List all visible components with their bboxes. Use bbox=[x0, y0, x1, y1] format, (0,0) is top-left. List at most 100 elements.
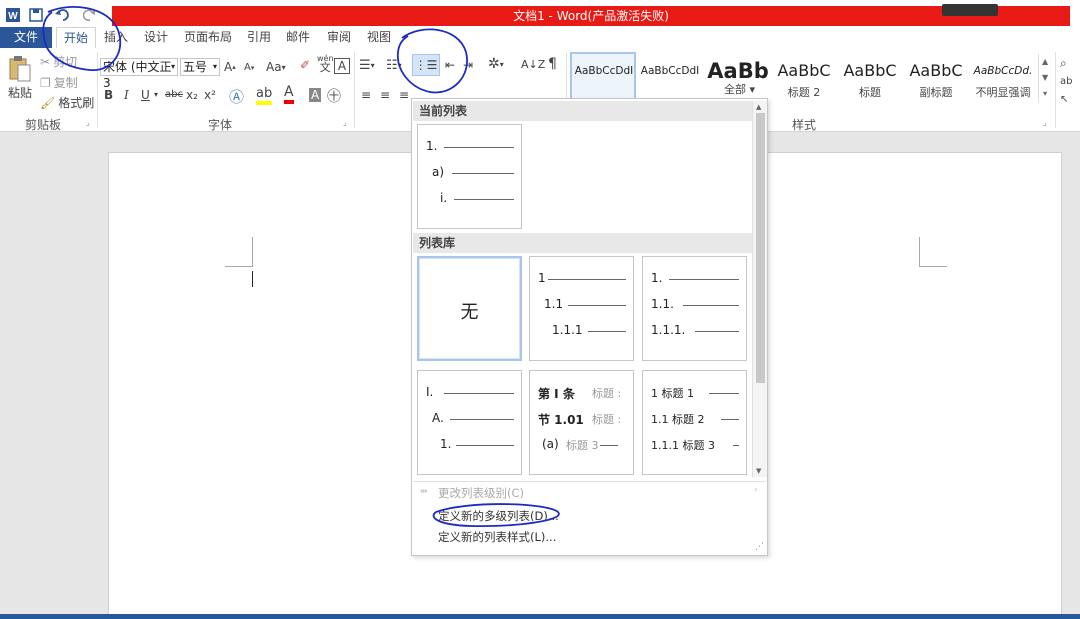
tab-file[interactable]: 文件 bbox=[0, 27, 52, 48]
font-launcher-icon[interactable]: ⌟ bbox=[343, 118, 347, 127]
font-color-icon[interactable]: A bbox=[284, 84, 294, 104]
define-multilevel-list-item[interactable]: 定义新的多级列表(D)... bbox=[438, 508, 559, 524]
list-style-roman-tile[interactable]: I. A. 1. bbox=[417, 370, 522, 475]
list-style-numeric-tile[interactable]: 1 1.1 1.1.1 bbox=[529, 256, 634, 361]
highlight-icon[interactable]: ab bbox=[256, 86, 273, 105]
multilevel-list-icon[interactable]: ⋮☰ bbox=[412, 54, 440, 76]
tab-insert[interactable]: 插入 bbox=[100, 27, 132, 48]
level-label: i. bbox=[440, 191, 448, 205]
select-icon[interactable]: ↖ bbox=[1060, 94, 1068, 105]
level-suffix: 标题 : bbox=[592, 413, 622, 426]
increase-indent-icon[interactable]: ⇥ bbox=[463, 58, 473, 72]
find-icon[interactable]: ⌕ bbox=[1060, 56, 1067, 71]
style-heading-2[interactable]: AaBbC 标题 2 bbox=[772, 58, 836, 104]
char-shading-icon[interactable]: A bbox=[309, 88, 322, 102]
cut-button[interactable]: ✂ 剪切 bbox=[40, 53, 77, 70]
numbering-icon[interactable]: ☷ ▾ bbox=[386, 58, 402, 73]
chevron-down-icon[interactable]: ▾ bbox=[154, 90, 158, 99]
tab-design[interactable]: 设计 bbox=[140, 27, 172, 48]
level-label: 1.1. bbox=[651, 297, 674, 311]
styles-launcher-icon[interactable]: ⌟ bbox=[1043, 118, 1047, 127]
define-list-style-item[interactable]: 定义新的列表样式(L)... bbox=[438, 529, 556, 545]
list-style-dotted-numeric-tile[interactable]: 1. 1.1. 1.1.1. bbox=[642, 256, 747, 361]
tab-view[interactable]: 视图 bbox=[363, 27, 395, 48]
shrink-font-button[interactable]: A ▾ bbox=[244, 62, 254, 73]
current-list-tile[interactable]: 1. a) i. bbox=[417, 124, 522, 229]
align-right-icon[interactable]: ≡ bbox=[399, 88, 409, 102]
change-list-level-item[interactable]: 更改列表级别(C) bbox=[438, 485, 524, 501]
italic-button[interactable]: I bbox=[124, 88, 129, 102]
clipboard-group-label: 剪贴板 bbox=[25, 118, 62, 132]
subscript-button[interactable]: x₂ bbox=[186, 88, 198, 102]
paste-button[interactable]: 粘贴 bbox=[8, 84, 32, 101]
scroll-up-icon[interactable]: ▲ bbox=[1042, 54, 1048, 70]
sort-icon[interactable]: A↓Z bbox=[521, 58, 545, 71]
char-border-button[interactable]: A bbox=[334, 58, 350, 74]
scrollbar-thumb[interactable] bbox=[756, 113, 765, 383]
scroll-up-icon[interactable]: ▲ bbox=[756, 103, 761, 111]
more-styles-icon[interactable]: ▾ bbox=[1043, 86, 1047, 102]
bold-button[interactable]: B bbox=[104, 88, 113, 102]
superscript-button[interactable]: x² bbox=[204, 88, 216, 102]
list-none-tile[interactable]: 无 bbox=[417, 256, 522, 361]
list-style-article-tile[interactable]: 第 I 条标题 : 节 1.01 标题 : (a) 标题 3 bbox=[529, 370, 634, 475]
paste-icon[interactable] bbox=[8, 54, 34, 84]
phonetic-char: 文 bbox=[319, 61, 331, 74]
list-library-header: 列表库 bbox=[413, 233, 752, 253]
chevron-down-icon: ▾ bbox=[170, 62, 175, 71]
text-effects-icon[interactable]: Ⓐ bbox=[229, 86, 244, 107]
tab-layout[interactable]: 页面布局 bbox=[182, 27, 234, 48]
copy-button[interactable]: ❐ 复制 bbox=[40, 74, 78, 91]
underline-button[interactable]: U bbox=[141, 88, 150, 102]
filter-all-dropdown[interactable]: 全部 ▾ bbox=[724, 81, 755, 97]
asian-layout-icon[interactable]: ✲ ▾ bbox=[488, 56, 504, 72]
scroll-down-icon[interactable]: ▼ bbox=[1042, 70, 1048, 86]
list-style-heading-tile[interactable]: 1 标题 1 1.1 标题 2 1.1.1 标题 3 bbox=[642, 370, 747, 475]
level-line bbox=[444, 147, 514, 148]
tab-mailings[interactable]: 邮件 bbox=[282, 27, 314, 48]
format-painter-button[interactable]: 🖌 格式刷 bbox=[40, 94, 94, 111]
margin-corner-left bbox=[225, 237, 253, 267]
status-bar bbox=[0, 614, 1080, 619]
level-line bbox=[600, 445, 618, 446]
chevron-down-icon: ▾ bbox=[212, 62, 217, 71]
undo-icon[interactable] bbox=[52, 6, 74, 24]
level-label: 1.1.1 bbox=[552, 323, 583, 337]
level-line bbox=[588, 331, 626, 332]
grow-font-button[interactable]: A ▴ bbox=[224, 60, 236, 74]
phonetic-guide-button[interactable]: wén 文 bbox=[317, 54, 334, 74]
ribbon-tabs: 文件 开始 插入 设计 页面布局 引用 邮件 审阅 视图 bbox=[0, 27, 1080, 48]
enclose-char-icon[interactable]: ㊉ bbox=[327, 86, 341, 106]
style-preview: AaBbCcDd. bbox=[973, 65, 1033, 77]
level-label: (a) bbox=[542, 437, 559, 451]
style-title[interactable]: AaBbC 标题 bbox=[838, 58, 902, 104]
dropdown-scrollbar[interactable]: ▲ ▼ bbox=[752, 101, 767, 477]
scissors-icon: ✂ bbox=[40, 54, 51, 69]
replace-icon[interactable]: ab bbox=[1060, 76, 1072, 87]
change-case-button[interactable]: Aa ▾ bbox=[266, 60, 286, 74]
tab-home[interactable]: 开始 bbox=[56, 27, 96, 48]
style-subtitle[interactable]: AaBbC 副标题 bbox=[904, 58, 968, 104]
font-size-field[interactable]: 五号 ▾ bbox=[180, 58, 220, 76]
tab-references[interactable]: 引用 bbox=[243, 27, 275, 48]
save-icon[interactable] bbox=[27, 6, 45, 24]
clipboard-launcher-icon[interactable]: ⌟ bbox=[86, 118, 90, 127]
redo-icon[interactable] bbox=[82, 6, 98, 24]
font-name-field[interactable]: 宋体 (中文正3 ▾ bbox=[100, 58, 178, 90]
align-center-icon[interactable]: ≡ bbox=[380, 88, 390, 102]
clear-format-icon[interactable]: ✐ bbox=[300, 58, 310, 72]
level-label: 1.1 bbox=[544, 297, 564, 311]
resize-grip-icon[interactable]: ⋰ bbox=[755, 542, 764, 552]
styles-scroll[interactable]: ▲ ▼ ▾ bbox=[1038, 54, 1048, 102]
align-left-icon[interactable]: ≡ bbox=[361, 88, 371, 102]
style-subtle-emphasis[interactable]: AaBbCcDd. 不明显强调 bbox=[970, 58, 1036, 104]
style-preview: AaBbC bbox=[909, 61, 963, 80]
word-app-icon: W bbox=[4, 6, 22, 24]
tab-review[interactable]: 审阅 bbox=[323, 27, 355, 48]
decrease-indent-icon[interactable]: ⇤ bbox=[445, 58, 455, 72]
font-name-value: 宋体 (中文正3 bbox=[103, 60, 172, 90]
scroll-down-icon[interactable]: ▼ bbox=[756, 467, 761, 475]
show-marks-icon[interactable]: ¶ bbox=[548, 56, 557, 72]
bullets-icon[interactable]: ☰ ▾ bbox=[359, 58, 375, 73]
strikethrough-button[interactable]: abc bbox=[165, 89, 183, 100]
